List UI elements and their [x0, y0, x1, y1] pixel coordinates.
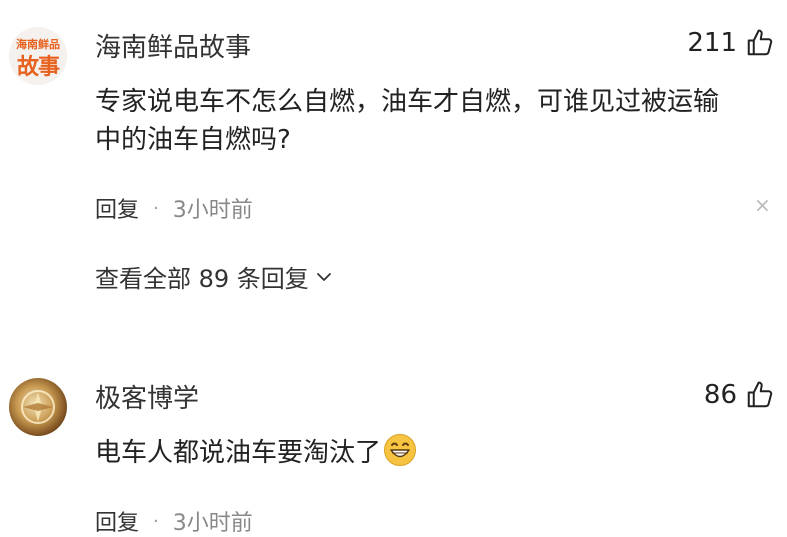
comment-text: 电车人都说油车要淘汰了	[95, 433, 775, 472]
view-all-replies-button[interactable]: 查看全部 89 条回复	[95, 259, 333, 294]
close-icon[interactable]: ×	[754, 193, 771, 217]
comment-text-line: 电车人都说油车要淘汰了	[95, 438, 382, 468]
reply-button[interactable]: 回复	[95, 192, 139, 224]
reply-button[interactable]: 回复	[95, 505, 139, 537]
avatar[interactable]	[9, 378, 67, 436]
comment-time: 3小时前	[172, 511, 253, 536]
comment-username[interactable]: 极客博学	[95, 378, 199, 415]
thumbs-up-icon	[747, 29, 773, 56]
avatar[interactable]: 海南鲜品 故事	[9, 27, 67, 85]
like-button[interactable]: 86	[704, 380, 775, 410]
separator-dot: ·	[153, 510, 159, 532]
comment-username[interactable]: 海南鲜品故事	[95, 27, 251, 64]
comment-time: 3小时前	[172, 198, 253, 223]
like-count: 86	[703, 380, 737, 410]
compass-icon	[21, 390, 55, 424]
like-count: 211	[687, 28, 737, 58]
thumbs-up-icon	[747, 381, 773, 408]
comment-text-line: 中的油车自燃吗?	[95, 125, 291, 155]
chevron-down-icon	[316, 272, 331, 281]
avatar-text-bottom: 故事	[16, 55, 60, 80]
comment-text-line: 专家说电车不怎么自燃，油车才自燃，可谁见过被运输	[95, 87, 720, 117]
view-all-replies-label: 查看全部 89 条回复	[95, 265, 309, 293]
separator-dot: ·	[153, 197, 159, 219]
comment-text: 专家说电车不怎么自燃，油车才自燃，可谁见过被运输 中的油车自燃吗?	[95, 83, 775, 159]
grinning-face-icon	[384, 434, 417, 466]
like-button[interactable]: 211	[687, 28, 775, 58]
comment-meta: 回复 · 3小时前	[95, 505, 253, 537]
comment-meta: 回复 · 3小时前	[95, 192, 253, 224]
